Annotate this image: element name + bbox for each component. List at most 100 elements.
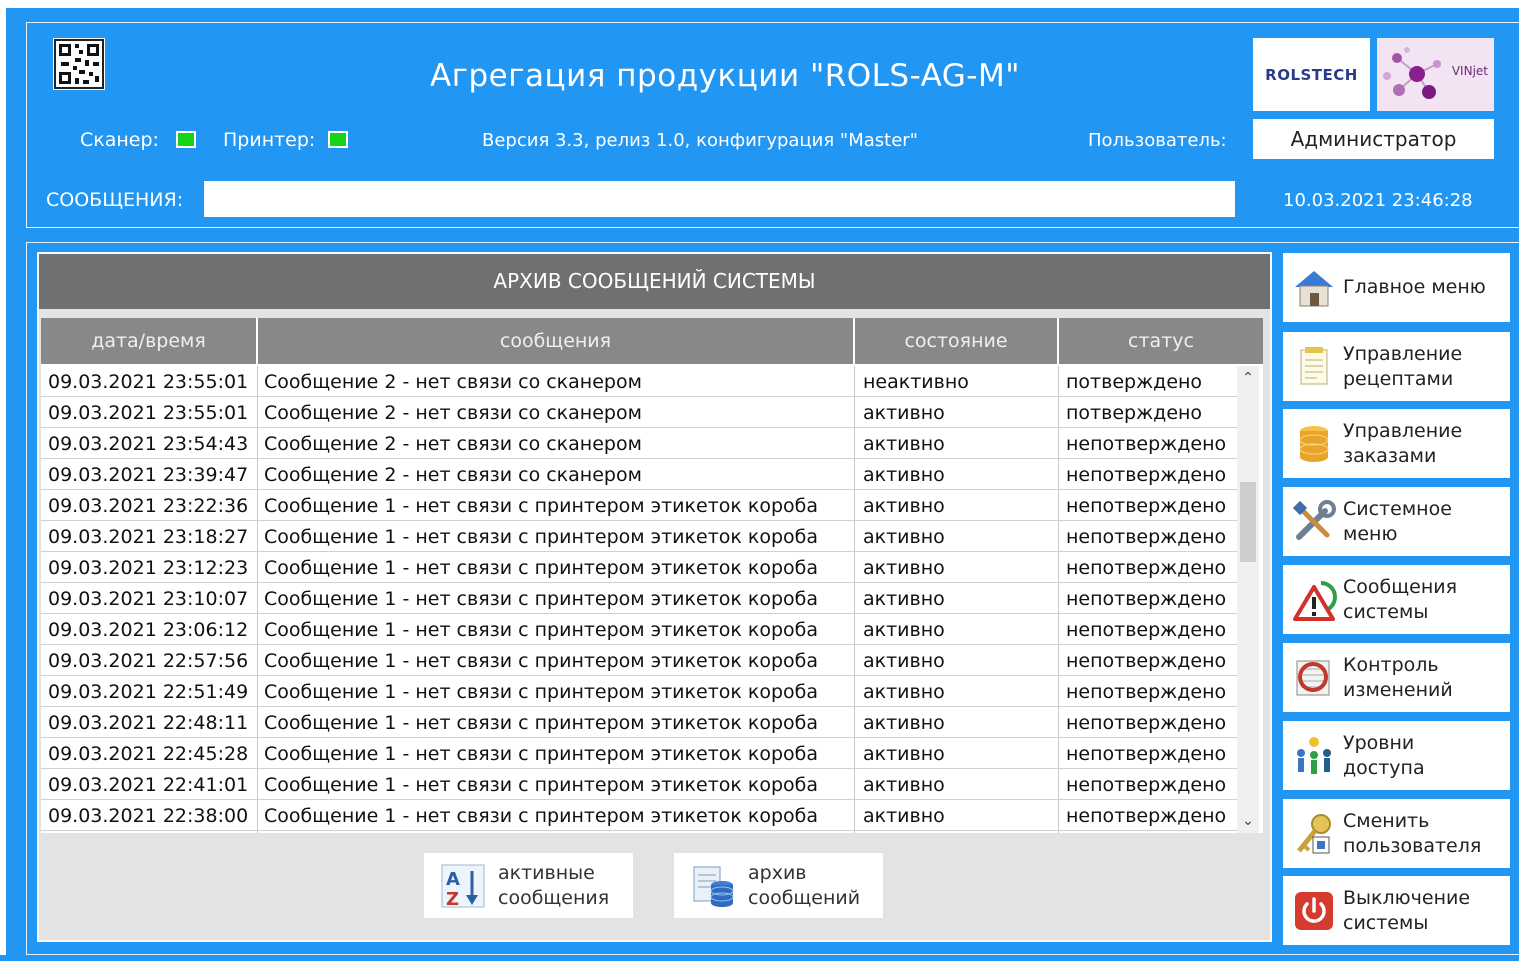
active-messages-label-1: активные <box>498 861 595 884</box>
nav-orders-label-1: Управление <box>1343 419 1463 442</box>
nav-access-levels-label-1: Уровни <box>1343 731 1415 754</box>
table-row[interactable]: 09.03.2021 23:54:43 Сообщение 2 - нет свя… <box>41 428 1237 459</box>
messages-label: СООБЩЕНИЯ: <box>46 189 184 211</box>
table-row[interactable]: 09.03.2021 22:45:28 Сообщение 1 - нет свя… <box>41 738 1237 769</box>
table-row[interactable]: 09.03.2021 23:10:07 Сообщение 1 - нет свя… <box>41 583 1237 614</box>
cell-message: Сообщение 2 - нет связи со сканером <box>264 433 642 455</box>
cell-message: Сообщение 1 - нет связи с принтером этик… <box>264 619 819 641</box>
cell-datetime: 09.03.2021 23:18:27 <box>48 526 249 548</box>
current-user-field[interactable]: Администратор <box>1253 119 1494 159</box>
cell-datetime: 09.03.2021 23:10:07 <box>48 588 249 610</box>
table-row[interactable]: 09.03.2021 22:51:49 Сообщение 1 - нет свя… <box>41 676 1237 707</box>
nav-recipes-label-2: рецептами <box>1343 367 1454 390</box>
nav-switch-user-button[interactable]: Сменить пользователя <box>1283 799 1510 868</box>
tools-icon <box>1292 499 1336 540</box>
nav-change-control-label-2: изменений <box>1343 678 1453 701</box>
cell-state: активно <box>863 588 945 610</box>
cell-status: непотверждено <box>1066 464 1227 486</box>
nav-orders-label-2: заказами <box>1343 444 1437 467</box>
cell-message: Сообщение 1 - нет связи с принтером этик… <box>264 588 819 610</box>
nav-recipes-button[interactable]: Управление рецептами <box>1283 332 1510 401</box>
svg-text:Z: Z <box>446 889 459 909</box>
archive-title: АРХИВ СООБЩЕНИЙ СИСТЕМЫ <box>39 254 1270 309</box>
cell-datetime: 09.03.2021 23:55:01 <box>48 402 249 424</box>
nav-system-menu-button[interactable]: Системное меню <box>1283 487 1510 556</box>
column-header-datetime[interactable]: дата/время <box>41 318 258 364</box>
active-messages-button[interactable]: A Z активные сообщения <box>424 853 633 918</box>
cell-state: активно <box>863 464 945 486</box>
cell-datetime: 09.03.2021 22:45:28 <box>48 743 249 765</box>
cell-datetime: 09.03.2021 22:48:11 <box>48 712 249 734</box>
nav-change-control-button[interactable]: Контроль изменений <box>1283 643 1510 712</box>
nav-change-control-label-1: Контроль <box>1343 653 1439 676</box>
active-messages-label-2: сообщения <box>498 886 610 909</box>
nav-main-menu-button[interactable]: Главное меню <box>1283 253 1510 322</box>
column-header-message[interactable]: сообщения <box>258 318 855 364</box>
cell-datetime: 09.03.2021 22:57:56 <box>48 650 249 672</box>
column-header-status[interactable]: статус <box>1059 318 1263 364</box>
cell-datetime: 09.03.2021 23:54:43 <box>48 433 249 455</box>
table-row[interactable]: 09.03.2021 23:06:12 Сообщение 1 - нет свя… <box>41 614 1237 645</box>
cell-message: Сообщение 1 - нет связи с принтером этик… <box>264 774 819 796</box>
table-row[interactable]: 09.03.2021 23:55:01 Сообщение 2 - нет свя… <box>41 397 1237 428</box>
cell-status: непотверждено <box>1066 805 1227 827</box>
vinjet-logo-text: VINjet <box>1451 64 1488 78</box>
cell-status: непотверждено <box>1066 774 1227 796</box>
nav-shutdown-button[interactable]: Выключение системы <box>1283 876 1510 945</box>
cell-state: активно <box>863 805 945 827</box>
warning-icon <box>1293 580 1337 621</box>
nav-system-messages-button[interactable]: Сообщения системы <box>1283 565 1510 634</box>
cell-message: Сообщение 1 - нет связи с принтером этик… <box>264 805 819 827</box>
power-icon <box>1295 891 1333 930</box>
cell-state: активно <box>863 650 945 672</box>
user-label: Пользователь: <box>1088 130 1227 151</box>
recipe-document-icon <box>1300 346 1328 384</box>
users-access-icon <box>1297 736 1331 774</box>
datetime-display: 10.03.2021 23:46:28 <box>1283 190 1473 211</box>
nav-access-levels-button[interactable]: Уровни доступа <box>1283 721 1510 790</box>
qr-code-icon <box>53 38 105 90</box>
cell-status: непотверждено <box>1066 650 1227 672</box>
cell-status: непотверждено <box>1066 526 1227 548</box>
cell-state: активно <box>863 712 945 734</box>
table-row[interactable]: 09.03.2021 23:18:27 Сообщение 1 - нет свя… <box>41 521 1237 552</box>
cell-message: Сообщение 1 - нет связи с принтером этик… <box>264 557 819 579</box>
table-row[interactable]: 09.03.2021 22:48:11 Сообщение 1 - нет свя… <box>41 707 1237 738</box>
cell-status: непотверждено <box>1066 712 1227 734</box>
table-row[interactable]: 09.03.2021 22:38:00 Сообщение 1 - нет свя… <box>41 800 1237 831</box>
table-row[interactable]: 09.03.2021 23:12:23 Сообщение 1 - нет свя… <box>41 552 1237 583</box>
table-row[interactable]: 09.03.2021 23:22:36 Сообщение 1 - нет свя… <box>41 490 1237 521</box>
vinjet-logo: VINjet <box>1377 38 1494 111</box>
nav-switch-user-label-1: Сменить <box>1343 809 1430 832</box>
rolstech-logo-text: ROLSTECH <box>1265 65 1358 84</box>
cell-status: непотверждено <box>1066 743 1227 765</box>
scroll-up-icon[interactable]: ⌃ <box>1237 366 1259 390</box>
table-scrollbar[interactable]: ⌃ ⌄ <box>1237 366 1259 833</box>
cell-datetime: 09.03.2021 23:12:23 <box>48 557 249 579</box>
table-row[interactable]: 09.03.2021 23:55:01 Сообщение 2 - нет свя… <box>41 366 1237 397</box>
nav-recipes-label-1: Управление <box>1343 342 1463 365</box>
scrollbar-thumb[interactable] <box>1240 482 1256 562</box>
cell-message: Сообщение 1 - нет связи с принтером этик… <box>264 495 819 517</box>
nav-switch-user-label-2: пользователя <box>1343 834 1482 857</box>
table-row[interactable]: 09.03.2021 23:39:47 Сообщение 2 - нет свя… <box>41 459 1237 490</box>
cell-message: Сообщение 1 - нет связи с принтером этик… <box>264 681 819 703</box>
messages-table: дата/время сообщения состояние статус 09… <box>41 318 1263 833</box>
cell-datetime: 09.03.2021 23:22:36 <box>48 495 249 517</box>
cell-status: непотверждено <box>1066 433 1227 455</box>
table-row[interactable]: 09.03.2021 22:41:01 Сообщение 1 - нет свя… <box>41 769 1237 800</box>
table-row[interactable]: 09.03.2021 22:57:56 Сообщение 1 - нет свя… <box>41 645 1237 676</box>
cell-message: Сообщение 1 - нет связи с принтером этик… <box>264 743 819 765</box>
scroll-down-icon[interactable]: ⌄ <box>1237 809 1259 833</box>
nav-orders-button[interactable]: Управление заказами <box>1283 409 1510 478</box>
printer-label: Принтер: <box>223 129 316 151</box>
database-archive-icon <box>693 866 734 907</box>
messages-archive-button[interactable]: архив сообщений <box>674 853 883 918</box>
nav-system-menu-label-2: меню <box>1343 522 1398 545</box>
cell-datetime: 09.03.2021 22:38:00 <box>48 805 249 827</box>
cell-datetime: 09.03.2021 23:06:12 <box>48 619 249 641</box>
cell-status: непотверждено <box>1066 681 1227 703</box>
cell-message: Сообщение 2 - нет связи со сканером <box>264 371 642 393</box>
column-header-state[interactable]: состояние <box>855 318 1059 364</box>
cell-state: активно <box>863 495 945 517</box>
